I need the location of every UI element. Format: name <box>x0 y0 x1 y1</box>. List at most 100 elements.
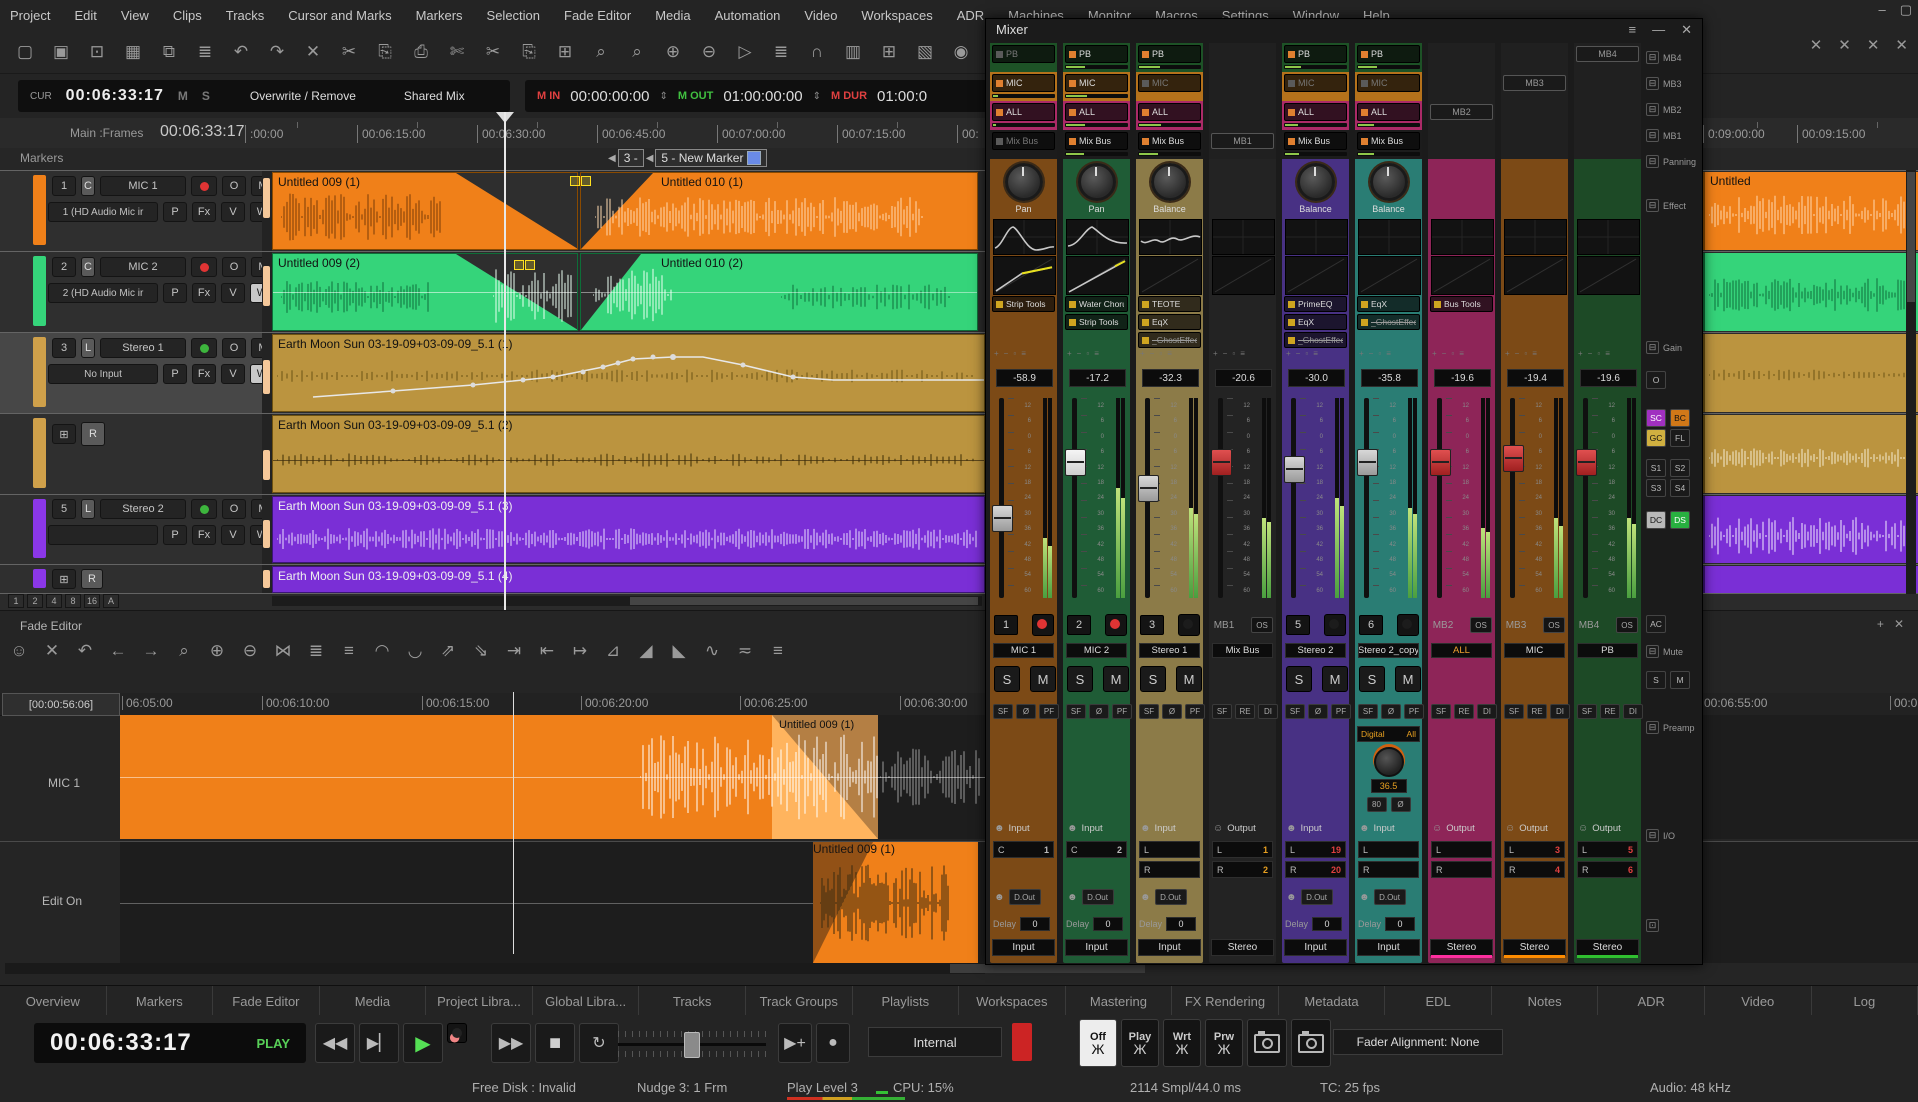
pan-button[interactable]: P <box>163 525 187 545</box>
delay-value[interactable]: 0 <box>1020 917 1050 931</box>
automation-preview-button[interactable]: PrwЖ <box>1205 1019 1243 1067</box>
ripple-paste-icon[interactable]: ⎘ <box>518 41 540 63</box>
collapse-icon[interactable]: ⊟ <box>1646 721 1659 734</box>
strip-io-mode-button[interactable]: Stereo <box>1576 939 1639 956</box>
record-arm-button[interactable] <box>1178 614 1200 636</box>
strip-mode-button[interactable]: RE <box>1600 704 1620 719</box>
aux-send-button[interactable]: Mix Bus <box>1284 132 1347 150</box>
dynamics-display[interactable] <box>1504 256 1567 295</box>
plugin-tools[interactable]: +−▫≡ <box>1213 349 1245 358</box>
audio-clip[interactable]: Earth Moon Sun 03-19-09+03-09-09_5.1 (1) <box>272 334 985 412</box>
collapse-icon[interactable]: ⊟ <box>1646 129 1659 142</box>
gc-button[interactable]: GC <box>1646 429 1666 447</box>
stepper-icon[interactable]: ⇕ <box>659 91 667 102</box>
pin-icon[interactable]: + <box>1877 617 1884 631</box>
shuttle-handle[interactable] <box>684 1032 700 1058</box>
strip-mode-button[interactable]: DI <box>1623 704 1643 719</box>
zoom-in-icon[interactable]: ⊕ <box>662 41 684 63</box>
fader-gain-value[interactable]: -20.6 <box>1215 369 1272 387</box>
dynamics-display[interactable] <box>1066 256 1129 295</box>
strip-mode-button[interactable]: PF <box>1039 704 1059 719</box>
dynamics-display[interactable] <box>993 256 1056 295</box>
aux-send-button[interactable]: PB <box>1357 45 1420 63</box>
pan-knob[interactable] <box>1370 163 1408 201</box>
zoom-out-icon[interactable]: ⊖ <box>239 639 261 663</box>
goto-marker-button[interactable]: ▶▏ <box>359 1023 399 1063</box>
fader-gain-value[interactable]: -35.8 <box>1361 369 1418 387</box>
fader-alignment-select[interactable]: Fader Alignment: None <box>1333 1029 1503 1055</box>
dc-button[interactable]: DC <box>1646 511 1666 529</box>
plugin-tools[interactable]: +−▫≡ <box>1432 349 1464 358</box>
fade-offset-icon[interactable]: ↦ <box>569 639 591 663</box>
channel-name[interactable]: MIC 2 <box>1066 643 1127 658</box>
strip-mode-button[interactable]: PF <box>1331 704 1351 719</box>
marker[interactable]: ◀ 3 - ◀ 5 - New Marker <box>608 149 767 167</box>
shuttle-slider[interactable] <box>618 1031 766 1057</box>
eq-display[interactable] <box>1431 219 1494 255</box>
direct-out-button[interactable]: D.Out <box>1082 889 1114 905</box>
volume-automation-curve[interactable] <box>273 335 985 412</box>
pan-button[interactable]: P <box>163 202 187 222</box>
record-mode[interactable]: Overwrite / Remove <box>250 89 356 103</box>
menu-item[interactable]: Video <box>804 8 837 23</box>
nudge-status[interactable]: Nudge 3: 1 Frm <box>637 1080 727 1095</box>
menu-item[interactable]: Cursor and Marks <box>288 8 391 23</box>
audio-clip[interactable]: Earth Moon Sun 03-19-09+03-09-09_5.1 (3) <box>272 496 985 563</box>
link-button[interactable]: C <box>81 176 95 196</box>
rewind-button[interactable]: ◀◀ <box>315 1023 355 1063</box>
automation-play-button[interactable]: PlayЖ <box>1121 1019 1159 1067</box>
scrub-button[interactable]: ● <box>816 1023 850 1063</box>
save-icon[interactable]: ▦ <box>122 41 144 63</box>
mute-flag[interactable]: M <box>178 89 188 103</box>
collapse-icon[interactable]: ⊟ <box>1646 341 1659 354</box>
s4-button[interactable]: S4 <box>1670 479 1690 497</box>
mute-button[interactable]: M <box>1030 666 1056 692</box>
fader-track[interactable] <box>1510 398 1515 598</box>
io-assignment[interactable]: L <box>1431 841 1492 858</box>
fader-gain-value[interactable]: -19.6 <box>1580 369 1637 387</box>
fader-gain-value[interactable]: -17.2 <box>1069 369 1126 387</box>
audio-clip[interactable] <box>1703 253 1918 331</box>
aux-send-button[interactable]: ALL <box>1065 103 1128 121</box>
routing-icon[interactable]: ⧉ <box>158 41 180 63</box>
import-icon[interactable]: ⊡ <box>86 41 108 63</box>
bottom-tab[interactable]: Log <box>1812 986 1918 1016</box>
link-button[interactable]: L <box>81 499 95 519</box>
output-button[interactable]: O <box>222 257 246 277</box>
fader-track[interactable] <box>999 398 1004 598</box>
bottom-tab[interactable]: Fade Editor <box>213 986 320 1016</box>
redo-icon[interactable]: ↷ <box>266 41 288 63</box>
mute-button[interactable]: M <box>1103 666 1129 692</box>
eq-display[interactable] <box>1139 219 1202 255</box>
zoom-preset-button[interactable]: 16 <box>84 594 100 608</box>
loop-button[interactable]: ↻ <box>579 1023 619 1063</box>
section-mb1[interactable]: MB1 <box>1663 131 1682 141</box>
section-mute[interactable]: Mute <box>1663 647 1683 657</box>
collapse-icon[interactable]: ⊟ <box>1646 77 1659 90</box>
fl-button[interactable]: FL <box>1670 429 1690 447</box>
aux-send-button[interactable]: MIC <box>1357 74 1420 92</box>
sync-source-select[interactable]: Internal <box>868 1027 1002 1057</box>
io-assignment[interactable]: R <box>1358 861 1419 878</box>
section-mb4[interactable]: MB4 <box>1663 53 1682 63</box>
volume-button[interactable]: V <box>221 283 245 303</box>
delay-value[interactable]: 0 <box>1093 917 1123 931</box>
input-device[interactable]: 2 (HD Audio Mic ir <box>48 283 158 303</box>
solo-button[interactable]: S <box>1140 666 1166 692</box>
fader-track[interactable] <box>1218 398 1223 598</box>
channel-name[interactable]: MIC <box>1504 643 1565 658</box>
volume-button[interactable]: V <box>221 364 245 384</box>
io-assignment[interactable]: L <box>1358 841 1419 858</box>
monitoring-icon[interactable]: ∩ <box>806 41 828 63</box>
dynamics-display[interactable] <box>1431 256 1494 295</box>
section-mb2[interactable]: MB2 <box>1663 105 1682 115</box>
fader-gain-value[interactable]: -30.0 <box>1288 369 1345 387</box>
eq-display[interactable] <box>1285 219 1348 255</box>
strip-mode-button[interactable]: RE <box>1527 704 1547 719</box>
io-assignment[interactable]: C 1 <box>993 841 1054 858</box>
copy-icon[interactable]: ⎘ <box>374 41 396 63</box>
vertical-scrollbar[interactable] <box>1906 170 1916 594</box>
plugin-tools[interactable]: +−▫≡ <box>1140 349 1172 358</box>
io-assignment[interactable]: L 5 <box>1577 841 1638 858</box>
bottom-tab[interactable]: Video <box>1705 986 1812 1016</box>
